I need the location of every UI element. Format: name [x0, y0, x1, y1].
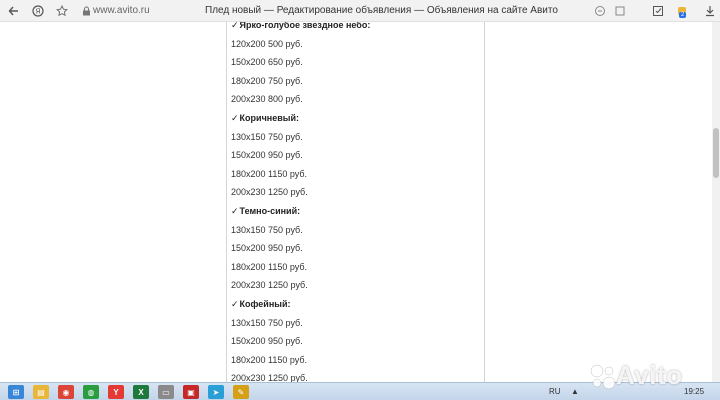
price-item-text: 180x200 750 руб.: [231, 75, 303, 86]
clock[interactable]: 19:25: [684, 387, 704, 396]
checkmark-icon: ✓: [231, 112, 239, 123]
address-bar-url[interactable]: www.avito.ru: [93, 5, 150, 16]
language-indicator[interactable]: RU: [549, 387, 561, 396]
bookmarks-icon[interactable]: [650, 3, 666, 19]
price-item: 180x200 750 руб.: [231, 72, 481, 91]
yandex-browser-icon[interactable]: Y: [108, 385, 124, 399]
scrollbar-thumb[interactable]: [713, 128, 719, 178]
color-heading-text: Ярко-голубое звездное небо:: [239, 22, 371, 30]
price-item-text: 180x200 1150 руб.: [231, 354, 308, 365]
price-item: 180x200 1150 руб.: [231, 258, 481, 277]
back-arrow-icon[interactable]: [6, 3, 22, 19]
checkmark-icon: ✓: [231, 22, 239, 30]
lock-icon: [78, 3, 94, 19]
description-column: ✓Ярко-голубое звездное небо: 120x200 500 …: [226, 22, 485, 382]
price-item: 200x230 800 руб.: [231, 90, 481, 109]
price-item: 180x200 1150 руб.: [231, 351, 481, 370]
extension-badge: 2: [679, 12, 687, 18]
media-icon[interactable]: ▣: [183, 385, 199, 399]
price-item: 200x230 1250 руб.: [231, 183, 481, 202]
telegram-icon[interactable]: ➤: [208, 385, 224, 399]
yandex-icon[interactable]: Я: [30, 3, 46, 19]
paint-icon[interactable]: ✎: [233, 385, 249, 399]
price-item: 150x200 950 руб.: [231, 239, 481, 258]
color-heading-text: Коричневый:: [239, 112, 299, 123]
color-heading: ✓Темно-синий:: [231, 202, 481, 221]
start-icon[interactable]: ⊞: [8, 385, 24, 399]
price-item-text: 130x150 750 руб.: [231, 224, 303, 235]
price-item: 180x200 1150 руб.: [231, 165, 481, 184]
price-item-text: 200x230 1250 руб.: [231, 187, 308, 198]
price-list: ✓Ярко-голубое звездное небо: 120x200 500 …: [231, 22, 481, 382]
color-heading: ✓Кофейный:: [231, 295, 481, 314]
translate-icon[interactable]: [592, 3, 608, 19]
price-item-text: 200x230 800 руб.: [231, 94, 303, 105]
star-icon[interactable]: [54, 3, 70, 19]
price-item: 150x200 950 руб.: [231, 332, 481, 351]
price-item-text: 200x230 1250 руб.: [231, 373, 308, 382]
excel-icon[interactable]: X: [133, 385, 149, 399]
color-heading: ✓Коричневый:: [231, 109, 481, 128]
avito-watermark: Avito: [616, 360, 683, 390]
price-item-text: 180x200 1150 руб.: [231, 261, 308, 272]
price-item: 150x200 950 руб.: [231, 146, 481, 165]
svg-text:Я: Я: [35, 9, 40, 16]
price-item-text: 130x150 750 руб.: [231, 317, 303, 328]
explorer-icon[interactable]: ▤: [33, 385, 49, 399]
page-content: ✓Ярко-голубое звездное небо: 120x200 500 …: [0, 22, 712, 382]
price-item-text: 150x200 950 руб.: [231, 150, 303, 161]
protect-icon[interactable]: [612, 3, 628, 19]
browser-toolbar: Я www.avito.ru Плед новый — Редактирован…: [0, 0, 720, 22]
checkmark-icon: ✓: [231, 205, 239, 216]
vertical-scrollbar[interactable]: [712, 22, 720, 382]
page-title: Плед новый — Редактирование объявления —…: [205, 5, 558, 16]
price-item: 130x150 750 руб.: [231, 128, 481, 147]
avito-logo-dots-icon: [590, 364, 616, 390]
chrome-icon[interactable]: ◉: [58, 385, 74, 399]
price-item: 150x200 650 руб.: [231, 53, 481, 72]
window-icon[interactable]: ▭: [158, 385, 174, 399]
price-item-text: 150x200 950 руб.: [231, 336, 303, 347]
price-item-text: 130x150 750 руб.: [231, 131, 303, 142]
tray-arrow-icon[interactable]: ▲: [571, 387, 579, 396]
price-item-text: 150x200 950 руб.: [231, 243, 303, 254]
price-item-text: 120x200 500 руб.: [231, 38, 303, 49]
price-item: 200x230 1250 руб.: [231, 276, 481, 295]
price-item-text: 180x200 1150 руб.: [231, 168, 308, 179]
price-item: 120x200 500 руб.: [231, 35, 481, 54]
price-item-text: 200x230 1250 руб.: [231, 280, 308, 291]
checkmark-icon: ✓: [231, 298, 239, 309]
color-heading-text: Темно-синий:: [239, 205, 301, 216]
price-item: 200x230 1250 руб.: [231, 369, 481, 382]
color-heading: ✓Ярко-голубое звездное небо:: [231, 22, 481, 35]
price-item-text: 150x200 650 руб.: [231, 57, 303, 68]
price-item: 130x150 750 руб.: [231, 314, 481, 333]
download-icon[interactable]: [702, 3, 718, 19]
color-heading-text: Кофейный:: [239, 298, 291, 309]
app-icon[interactable]: ◍: [83, 385, 99, 399]
price-item: 130x150 750 руб.: [231, 221, 481, 240]
